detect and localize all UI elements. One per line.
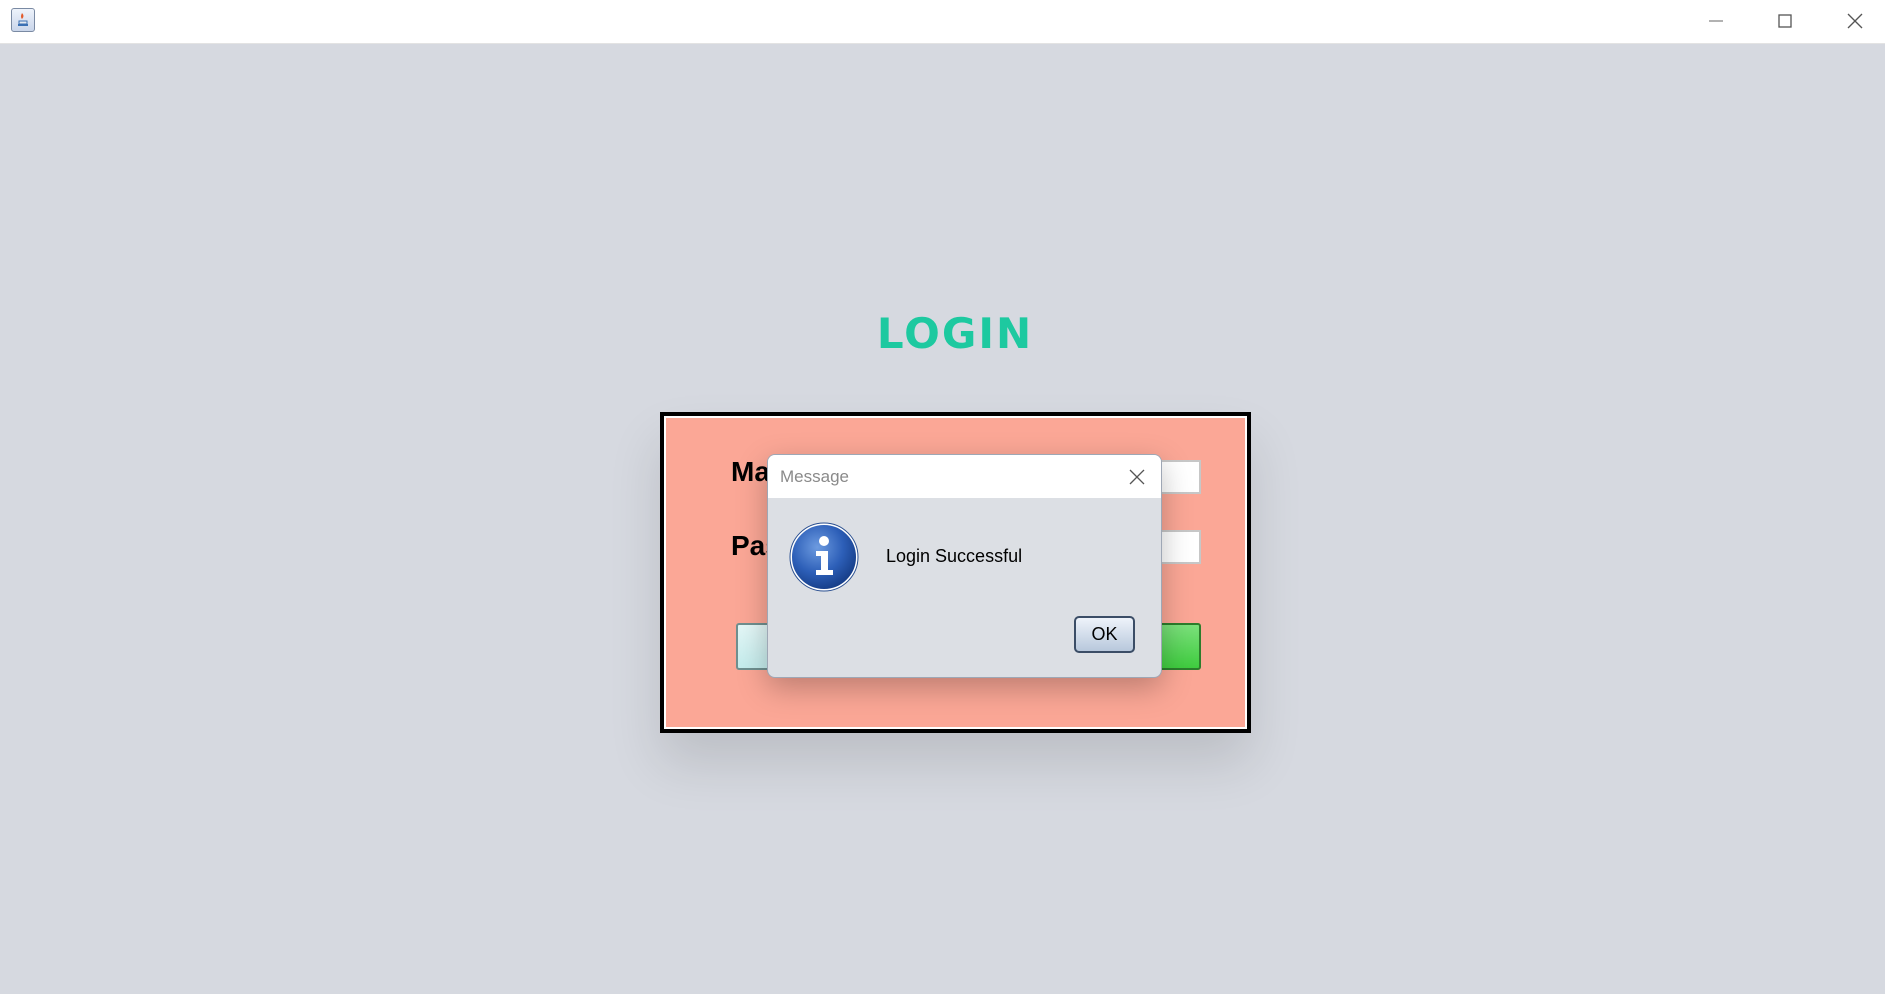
dialog-close-button[interactable] <box>1123 463 1151 491</box>
close-icon <box>1847 13 1863 29</box>
maximize-icon <box>1778 14 1792 28</box>
login-heading: LOGIN <box>876 309 1034 358</box>
close-icon <box>1129 469 1145 485</box>
dialog-title: Message <box>780 467 849 486</box>
java-app-icon[interactable] <box>11 8 35 32</box>
dialog-titlebar: Message <box>768 455 1161 498</box>
window-titlebar <box>0 0 1885 44</box>
message-dialog: Message Login Successful OK <box>767 454 1162 678</box>
maximize-button[interactable] <box>1750 0 1820 42</box>
minimize-icon <box>1709 20 1723 22</box>
dialog-message: Login Successful <box>886 546 1023 566</box>
ok-button[interactable]: OK <box>1074 616 1135 653</box>
information-icon <box>789 522 859 592</box>
window-close-button[interactable] <box>1820 0 1885 42</box>
minimize-button[interactable] <box>1681 0 1751 42</box>
